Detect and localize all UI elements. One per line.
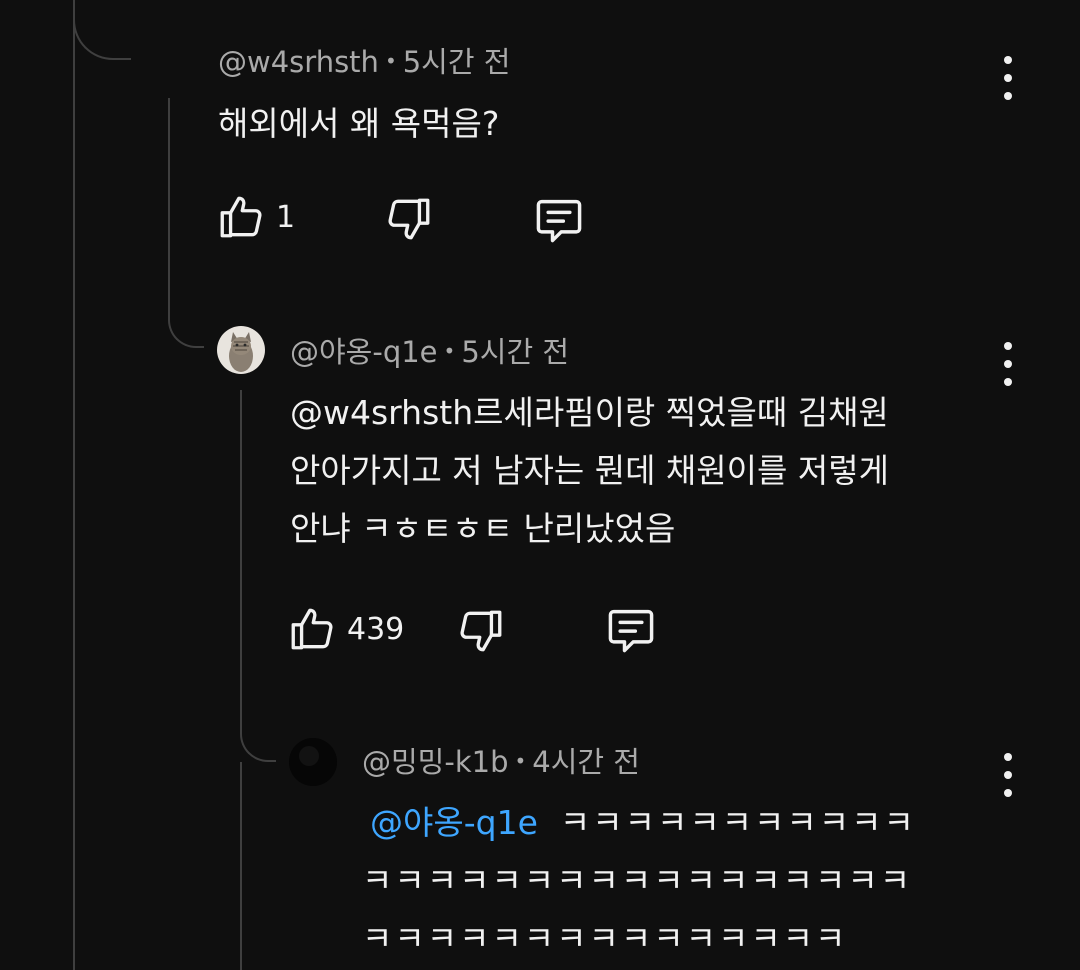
mention-link[interactable]: @야옹-q1e: [370, 803, 538, 842]
more-vertical-icon: [1004, 342, 1012, 350]
more-options-button[interactable]: [993, 56, 1023, 100]
meta-separator: •: [384, 49, 397, 73]
comment-line: @w4srhsth르세라핌이랑 찍었을때 김채원: [290, 393, 889, 432]
comment-icon: [536, 199, 582, 243]
comment-meta: @밍밍-k1b • 4시간 전: [362, 748, 640, 777]
meta-separator: •: [443, 339, 456, 363]
comment-time: 4시간 전: [532, 745, 640, 779]
more-vertical-icon: [1004, 56, 1012, 64]
comment-line-text: ㅋㅋㅋㅋㅋㅋㅋㅋㅋㅋㅋ: [559, 803, 916, 842]
comment-text: 해외에서 왜 욕먹음?: [218, 95, 499, 153]
thread-connector-reply-2: [240, 700, 276, 762]
comment-time: 5시간 전: [402, 45, 511, 79]
more-vertical-icon: [1004, 753, 1012, 761]
thread-connector-top: [73, 0, 131, 60]
thumbs-down-icon: [460, 610, 502, 652]
thread-line-reply-2: [240, 390, 242, 710]
reply-button[interactable]: [605, 604, 657, 656]
like-count: 439: [347, 611, 405, 647]
thread-line-reply-3: [240, 762, 242, 970]
comment-text: @야옹-q1e ㅋㅋㅋㅋㅋㅋㅋㅋㅋㅋㅋ ㅋㅋㅋㅋㅋㅋㅋㅋㅋㅋㅋㅋㅋㅋㅋㅋㅋ ㅋㅋㅋ…: [362, 794, 916, 968]
thumbs-down-icon: [388, 198, 430, 240]
more-options-button[interactable]: [993, 753, 1023, 797]
like-button[interactable]: 439: [287, 604, 404, 654]
dislike-button[interactable]: [384, 194, 434, 244]
more-options-button[interactable]: [993, 342, 1023, 386]
comment-meta: @w4srhsth • 5시간 전: [218, 48, 510, 77]
comment-meta: @야옹-q1e • 5시간 전: [290, 338, 569, 367]
avatar[interactable]: [217, 326, 265, 374]
thread-line-main: [73, 0, 75, 970]
like-count: 1: [276, 199, 296, 235]
comment-line: 안냐 ㅋㅎㅌㅎㅌ 난리났었음: [290, 509, 676, 548]
comment-author[interactable]: @밍밍-k1b: [362, 745, 508, 779]
comment-line: 안아가지고 저 남자는 뭔데 채원이를 저렇게: [290, 451, 889, 490]
dark-avatar-image: [289, 738, 337, 786]
like-button[interactable]: 1: [216, 192, 295, 242]
thumbs-up-icon: [291, 608, 333, 650]
comment-line: ㅋㅋㅋㅋㅋㅋㅋㅋㅋㅋㅋㅋㅋㅋㅋ: [362, 919, 848, 958]
comment-author[interactable]: @w4srhsth: [218, 45, 379, 79]
meta-separator: •: [514, 749, 527, 773]
cat-avatar-image: [217, 326, 265, 374]
comment-line: @야옹-q1e ㅋㅋㅋㅋㅋㅋㅋㅋㅋㅋㅋ: [362, 794, 916, 852]
comment-time: 5시간 전: [461, 335, 570, 369]
reply-button[interactable]: [533, 194, 585, 246]
dislike-button[interactable]: [456, 606, 506, 656]
comment-icon: [608, 609, 654, 653]
thread-line-reply-1: [168, 98, 170, 298]
thumbs-up-icon: [220, 196, 262, 238]
comment-line: 해외에서 왜 욕먹음?: [218, 104, 500, 143]
avatar[interactable]: [289, 738, 337, 786]
comment-line: ㅋㅋㅋㅋㅋㅋㅋㅋㅋㅋㅋㅋㅋㅋㅋㅋㅋ: [362, 861, 913, 900]
thread-connector-reply-1: [168, 290, 204, 348]
comment-text: @w4srhsth르세라핌이랑 찍었을때 김채원 안아가지고 저 남자는 뭔데 …: [290, 384, 889, 558]
comment-author[interactable]: @야옹-q1e: [290, 335, 438, 369]
